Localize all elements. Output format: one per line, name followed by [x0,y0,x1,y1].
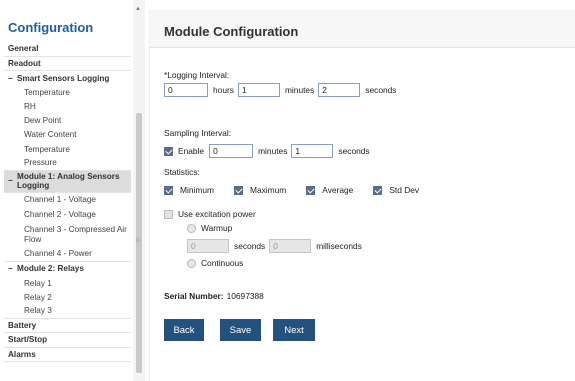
sidebar-item-label: General [8,44,39,54]
sidebar-item-rh[interactable]: RH [4,100,131,114]
sidebar-item-relay-3[interactable]: Relay 3 [4,305,131,319]
minutes-label: minutes [258,146,288,156]
sidebar-item-alarms[interactable]: Alarms [4,348,131,363]
sampling-minutes-input[interactable] [209,144,254,158]
average-checkbox[interactable] [306,185,316,195]
page-title: Module Configuration [164,24,299,39]
sidebar-item-general[interactable]: General [4,42,131,57]
sidebar-item-label: Temperature [24,87,70,97]
sidebar-group-module-1[interactable]: − Module 1: Analog Sensors Logging [4,170,131,193]
excitation-power-checkbox[interactable] [164,209,173,219]
std-dev-checkbox[interactable] [373,185,383,195]
maximum-checkbox[interactable] [233,185,243,195]
sidebar: Configuration General Readout − Smart Se… [0,0,133,381]
main-panel: Module Configuration *Logging Interval: … [149,10,575,381]
statistics-label: Statistics: [164,167,200,177]
logging-minutes-input[interactable] [237,83,280,97]
sidebar-scrollbar[interactable]: ▲ ≡ [133,0,145,381]
excitation-power-label: Use excitation power [178,209,256,219]
sidebar-item-label: Relay 2 [24,292,52,302]
sidebar-item-label: Start/Stop [8,335,48,345]
sidebar-title: Configuration [8,20,94,35]
warmup-label: Warmup [201,223,233,233]
sidebar-group-module-2[interactable]: − Module 2: Relays [4,262,131,277]
scroll-up-arrow-icon[interactable]: ▲ [135,6,141,12]
sidebar-item-label: Channel 1 - Voltage [24,195,96,205]
seconds-label: seconds [365,85,397,95]
sidebar-item-label: Relay 3 [24,306,52,316]
sidebar-group-smart-sensors-logging[interactable]: − Smart Sensors Logging [4,71,131,86]
back-button[interactable]: Back [164,319,204,341]
logging-interval-label: *Logging Interval: [164,70,230,80]
sidebar-item-dew-point[interactable]: Dew Point [4,114,131,128]
sidebar-item-label: Dew Point [24,116,62,126]
logging-hours-input[interactable] [164,83,208,97]
sidebar-item-label: Pressure [24,158,57,168]
panel-header: Module Configuration [150,10,575,48]
continuous-radio[interactable] [187,258,196,268]
sampling-enable-checkbox[interactable] [164,146,173,156]
seconds-label: seconds [338,146,370,156]
warmup-milliseconds-input[interactable] [269,239,312,253]
next-button[interactable]: Next [273,319,315,341]
sidebar-item-label: Smart Sensors Logging [17,73,110,83]
sidebar-item-label: Readout [8,58,41,68]
sidebar-item-relay-2[interactable]: Relay 2 [4,290,131,304]
maximum-label: Maximum [249,185,287,195]
std-dev-label: Std Dev [389,185,420,195]
sidebar-item-label: Alarms [8,349,36,359]
warmup-seconds-input[interactable] [187,239,229,253]
serial-number-label: Serial Number: [164,291,224,301]
sidebar-item-temperature-2[interactable]: Temperature [4,142,131,156]
average-label: Average [322,185,354,195]
sidebar-item-pressure[interactable]: Pressure [4,156,131,171]
milliseconds-label: milliseconds [316,241,362,251]
sidebar-item-label: Channel 4 - Power [24,248,92,258]
sidebar-item-channel-3[interactable]: Channel 3 - Compressed Air Flow [4,223,131,247]
sidebar-item-channel-1[interactable]: Channel 1 - Voltage [4,193,131,208]
collapse-icon[interactable]: − [8,74,17,83]
hours-label: hours [213,85,234,95]
serial-number-value: 10697388 [226,291,264,301]
collapse-icon[interactable]: − [8,264,17,273]
save-button[interactable]: Save [220,319,261,341]
sidebar-nav: General Readout − Smart Sensors Logging … [4,42,131,363]
sidebar-item-readout[interactable]: Readout [4,57,131,71]
sidebar-item-label: RH [24,102,36,112]
minutes-label: minutes [284,85,315,95]
sidebar-item-relay-1[interactable]: Relay 1 [4,276,131,290]
enable-label: Enable [178,146,205,156]
sidebar-item-channel-4[interactable]: Channel 4 - Power [4,247,131,262]
sidebar-item-label: Water Content [24,130,77,140]
sidebar-item-start-stop[interactable]: Start/Stop [4,333,131,348]
minimum-label: Minimum [180,185,214,195]
sidebar-item-water-content[interactable]: Water Content [4,128,131,142]
sidebar-item-label: Module 1: Analog Sensors Logging [17,171,120,191]
sidebar-item-label: Battery [8,320,37,330]
sampling-interval-label: Sampling Interval: [164,128,232,138]
minimum-checkbox[interactable] [164,185,173,195]
logging-seconds-input[interactable] [318,83,361,97]
sidebar-item-battery[interactable]: Battery [4,319,131,334]
continuous-label: Continuous [201,258,244,268]
sidebar-item-label: Module 2: Relays [17,264,84,274]
warmup-radio[interactable] [187,223,196,233]
collapse-icon[interactable]: − [8,176,17,185]
sidebar-item-label: Temperature [24,144,70,154]
scroll-grip-icon: ≡ [136,238,140,244]
sampling-seconds-input[interactable] [291,144,334,158]
seconds-label: seconds [234,241,266,251]
sidebar-item-label: Relay 1 [24,278,52,288]
sidebar-item-label: Channel 3 - Compressed Air Flow [24,225,127,244]
sidebar-item-label: Channel 2 - Voltage [24,210,96,220]
sidebar-item-channel-2[interactable]: Channel 2 - Voltage [4,208,131,223]
sidebar-item-temperature[interactable]: Temperature [4,86,131,100]
